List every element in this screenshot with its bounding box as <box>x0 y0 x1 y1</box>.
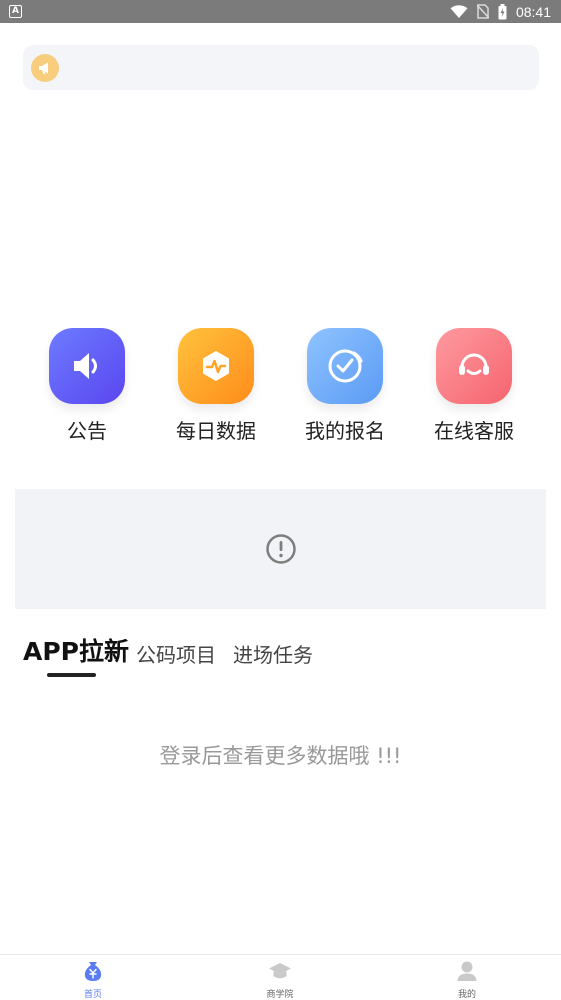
check-circle-icon <box>307 328 383 404</box>
menu-label: 每日数据 <box>176 419 256 443</box>
pulse-hexagon-icon <box>178 328 254 404</box>
headset-icon <box>436 328 512 404</box>
graduation-cap-icon <box>268 959 292 983</box>
money-bag-icon <box>81 959 105 983</box>
alert-circle-icon <box>265 534 296 564</box>
wifi-icon <box>450 4 468 18</box>
battery-charging-icon <box>498 3 507 19</box>
status-icons: 08:41 <box>450 2 551 21</box>
notice-bar[interactable] <box>23 45 539 90</box>
speaker-icon <box>49 328 125 404</box>
status-bar: A 08:41 <box>0 0 561 23</box>
menu-label: 公告 <box>67 419 107 443</box>
notification-badge-icon: A <box>9 5 22 18</box>
user-icon <box>455 959 479 983</box>
project-tabs: APP拉新 公码项目 进场任务 <box>23 632 543 682</box>
menu-item-daily-data[interactable]: 每日数据 <box>156 328 276 444</box>
nav-item-home[interactable]: 首页 <box>53 959 133 1000</box>
tab-public-code-projects[interactable]: 公码项目 <box>136 639 216 668</box>
quick-menu: 公告 每日数据 我的报名 在线客服 <box>0 328 561 448</box>
menu-item-my-registration[interactable]: 我的报名 <box>285 328 405 444</box>
megaphone-icon <box>31 54 59 82</box>
login-prompt-message: 登录后查看更多数据哦 !!! <box>159 744 402 768</box>
tab-app-promotion[interactable]: APP拉新 <box>23 632 129 668</box>
nav-label: 我的 <box>457 990 476 1000</box>
nav-item-business-school[interactable]: 商学院 <box>240 959 320 1000</box>
menu-item-announcement[interactable]: 公告 <box>27 328 147 444</box>
menu-item-online-service[interactable]: 在线客服 <box>414 328 534 444</box>
nav-label: 商学院 <box>266 990 294 1000</box>
active-tab-indicator <box>47 673 96 677</box>
clock: 08:41 <box>515 3 551 20</box>
menu-label: 我的报名 <box>305 419 385 443</box>
bottom-nav: 首页 商学院 我的 <box>0 954 561 1000</box>
tab-onsite-tasks[interactable]: 进场任务 <box>233 639 313 668</box>
nav-item-mine[interactable]: 我的 <box>427 959 507 1000</box>
banner-placeholder[interactable] <box>15 489 546 609</box>
no-sim-icon <box>476 4 489 19</box>
nav-label: 首页 <box>83 990 102 1000</box>
menu-label: 在线客服 <box>434 419 514 443</box>
